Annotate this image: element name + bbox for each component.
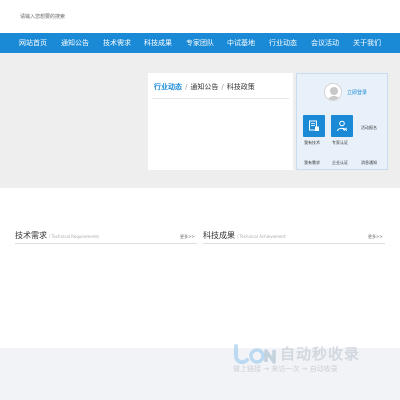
tabs-divider bbox=[152, 98, 289, 99]
section-subtitle: / Technical Achievement bbox=[237, 234, 286, 239]
nav-item-events[interactable]: 会议活动 bbox=[311, 33, 339, 53]
tab-separator: / bbox=[185, 83, 188, 91]
login-link[interactable]: 立即登录 bbox=[347, 89, 367, 96]
expert-cert-label: 专家认证 bbox=[332, 140, 348, 145]
more-link-tech-demand[interactable]: 更多>> bbox=[180, 234, 195, 240]
nav-item-tech-demand[interactable]: 技术需求 bbox=[103, 33, 131, 53]
my-tech-label: 我有技术 bbox=[304, 140, 320, 145]
tab-industry-news[interactable]: 行业动态 bbox=[154, 83, 182, 91]
nav-item-industry-news[interactable]: 行业动态 bbox=[269, 33, 297, 53]
section-title-tech-demand: 技术需求 / Technical Requirements bbox=[15, 231, 100, 240]
avatar-icon bbox=[324, 83, 342, 101]
nav-item-home[interactable]: 网站首页 bbox=[19, 33, 47, 53]
news-tabs: 行业动态 / 通知公告 / 科技政策 bbox=[154, 82, 255, 94]
section-title-achievements: 科技成果 / Technical Achievement bbox=[203, 231, 286, 240]
my-tech-button[interactable] bbox=[303, 115, 325, 137]
my-demand-link[interactable]: 我有需求 bbox=[304, 160, 320, 166]
tab-notices[interactable]: 通知公告 bbox=[190, 83, 218, 91]
more-link-achievements[interactable]: 更多>> bbox=[368, 234, 383, 240]
nav-item-about[interactable]: 关于我们 bbox=[353, 33, 381, 53]
news-panel: 行业动态 / 通知公告 / 科技政策 bbox=[148, 73, 293, 170]
event-signup-link[interactable]: 活动报名 bbox=[361, 125, 377, 131]
company-cert-link[interactable]: 企业认证 bbox=[332, 160, 348, 166]
expert-cert-button[interactable] bbox=[331, 115, 353, 137]
document-icon bbox=[309, 120, 319, 131]
watermark-subtitle: 做上链接 → 来访一次 → 自动收录 bbox=[233, 365, 338, 373]
section-divider bbox=[203, 243, 385, 244]
user-check-icon bbox=[337, 120, 348, 132]
section-subtitle: / Technical Requirements bbox=[49, 234, 100, 239]
top-header: 请输入您想要的搜索 bbox=[0, 0, 400, 34]
nav-item-achievements[interactable]: 科技成果 bbox=[144, 33, 172, 53]
nav-item-experts[interactable]: 专家团队 bbox=[186, 33, 214, 53]
watermark-title: 自动秒收录 bbox=[280, 345, 361, 363]
search-hint[interactable]: 请输入您想要的搜索 bbox=[20, 13, 65, 20]
nav-item-notices[interactable]: 通知公告 bbox=[61, 33, 89, 53]
section-divider bbox=[15, 243, 197, 244]
notifications-link[interactable]: 消息通知 bbox=[361, 160, 377, 166]
user-panel: 立即登录 我有技术 专家认证 活动报名 我有需求 企业认证 消息通知 bbox=[296, 73, 388, 170]
main-nav: 网站首页 通知公告 技术需求 科技成果 专家团队 中试基地 行业动态 会议活动 … bbox=[0, 33, 400, 53]
tab-separator: / bbox=[221, 83, 224, 91]
watermark: 自动秒收录 做上链接 → 来访一次 → 自动收录 bbox=[230, 341, 390, 381]
tab-policy[interactable]: 科技政策 bbox=[227, 83, 255, 91]
nav-item-pilot-base[interactable]: 中试基地 bbox=[227, 33, 255, 53]
